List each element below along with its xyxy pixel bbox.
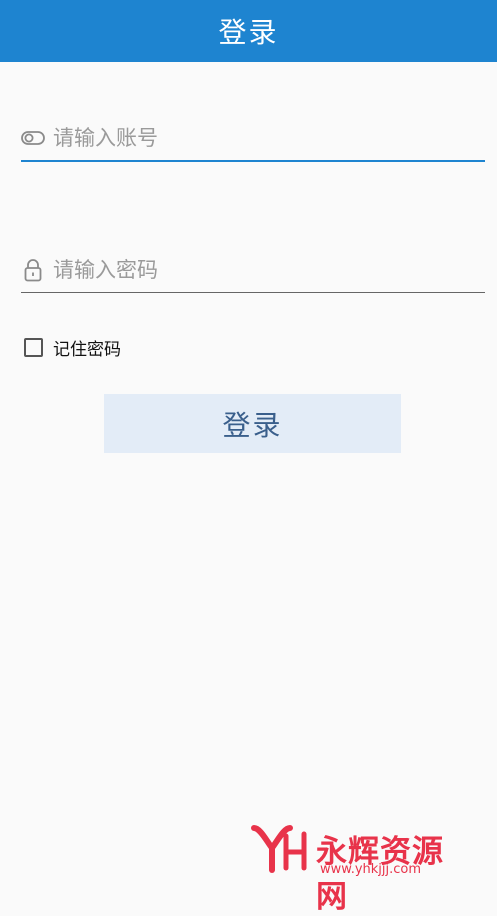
watermark-url: www.yhkjjj.com: [320, 862, 422, 877]
account-toggle-icon: [21, 124, 45, 152]
password-input[interactable]: [53, 258, 485, 282]
watermark-logo: 永辉资源网 www.yhkjjj.com: [250, 822, 475, 915]
app-bar: 登录: [0, 0, 497, 62]
yh-logo-icon: [251, 825, 307, 873]
page-title: 登录: [218, 16, 279, 49]
account-input[interactable]: [53, 126, 485, 150]
lock-icon: [21, 256, 45, 284]
password-field[interactable]: [21, 248, 485, 293]
account-field[interactable]: [21, 116, 485, 162]
remember-password-checkbox[interactable]: [24, 337, 43, 357]
remember-password-row[interactable]: 记住密码: [24, 336, 121, 360]
login-button[interactable]: 登录: [104, 394, 401, 453]
remember-password-label: 记住密码: [53, 339, 121, 360]
